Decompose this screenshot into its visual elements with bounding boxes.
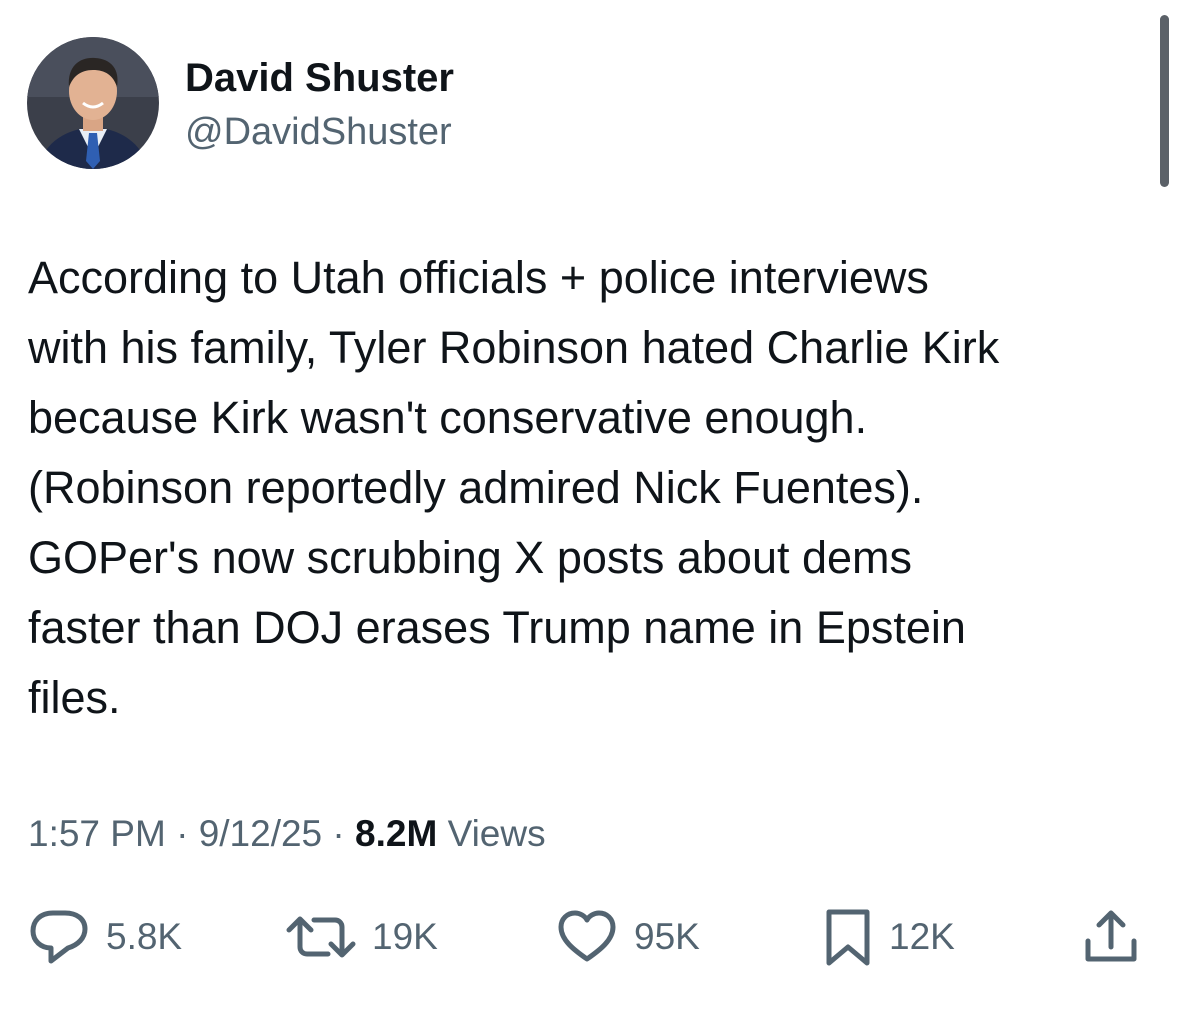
bookmark-count: 12K	[889, 916, 955, 957]
meta-separator: ·	[165, 813, 199, 854]
scrollbar[interactable]	[1160, 15, 1169, 187]
tweet-text: According to Utah officials + police int…	[28, 252, 1000, 723]
meta-separator: ·	[322, 813, 356, 854]
heart-icon	[558, 910, 616, 962]
author-handle[interactable]: @DavidShuster	[185, 110, 452, 154]
reply-count: 5.8K	[106, 916, 183, 957]
avatar[interactable]	[27, 37, 159, 169]
tweet-time[interactable]: 1:57 PM	[28, 813, 166, 854]
share-button[interactable]	[1083, 905, 1139, 969]
repost-count: 19K	[372, 916, 438, 957]
bookmark-icon	[826, 909, 870, 966]
tweet-date[interactable]: 9/12/25	[199, 813, 322, 854]
profile-photo-icon	[27, 37, 159, 169]
repost-button[interactable]: 19K	[286, 905, 438, 969]
views-count[interactable]: 8.2M	[355, 813, 437, 854]
like-button[interactable]: 95K	[556, 905, 700, 969]
like-count: 95K	[634, 916, 700, 957]
bookmark-button[interactable]: 12K	[823, 905, 955, 969]
tweet-meta: 1:57 PM · 9/12/25 · 8.2M Views	[28, 811, 546, 857]
views-label[interactable]: Views	[437, 813, 546, 854]
share-icon	[1085, 910, 1137, 962]
repost-icon	[286, 916, 356, 958]
reply-icon	[30, 910, 88, 964]
author-display-name[interactable]: David Shuster	[185, 56, 454, 100]
reply-button[interactable]: 5.8K	[28, 905, 182, 969]
